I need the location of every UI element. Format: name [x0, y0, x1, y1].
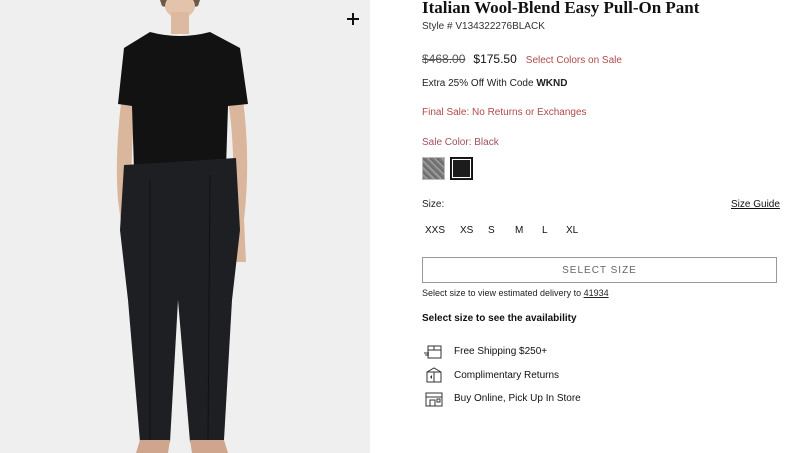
original-price: $468.00	[422, 52, 466, 66]
product-model-image	[116, 0, 248, 453]
select-size-button[interactable]: SELECT SIZE	[422, 257, 777, 283]
final-sale-notice: Final Sale: No Returns or Exchanges	[422, 107, 587, 118]
heather-grey-swatch[interactable]	[422, 157, 445, 180]
size-guide-link[interactable]: Size Guide	[731, 199, 780, 210]
size-option-s[interactable]: S	[488, 225, 515, 236]
feature-label: Buy Online, Pick Up In Store	[454, 393, 581, 405]
product-image-panel[interactable]	[0, 0, 370, 453]
store-pickup-icon	[425, 392, 443, 407]
color-swatches	[422, 157, 473, 180]
sale-note: Select Colors on Sale	[525, 55, 622, 66]
size-option-xs[interactable]: XS	[460, 225, 488, 236]
availability-text: Select size to see the availability	[422, 313, 577, 324]
selected-color: Black	[474, 137, 499, 148]
feature-item-returns: Complimentary Returns	[424, 364, 581, 388]
shipping-box-icon	[424, 345, 442, 359]
zoom-plus-icon[interactable]	[343, 9, 363, 29]
feature-label: Complimentary Returns	[454, 369, 560, 381]
delivery-estimate: Select size to view estimated delivery t…	[422, 288, 609, 298]
feature-item-shipping: Free Shipping $250+	[424, 340, 581, 364]
feature-item-pickup: Buy Online, Pick Up In Store	[424, 387, 581, 411]
style-number: Style # V134322276BLACK	[422, 21, 545, 32]
zip-code-link[interactable]: 41934	[584, 288, 609, 298]
black-swatch[interactable]	[450, 157, 473, 180]
promo-text: Extra 25% Off With Code WKND	[422, 78, 567, 89]
color-label: Sale Color: Black	[422, 137, 499, 148]
size-option-l[interactable]: L	[542, 225, 566, 236]
price-row: $468.00 $175.50 Select Colors on Sale	[422, 52, 622, 66]
size-option-m[interactable]: M	[515, 225, 542, 236]
feature-label: Free Shipping $250+	[454, 346, 548, 358]
delivery-prefix: Select size to view estimated delivery t…	[422, 288, 584, 298]
color-label-prefix: Sale Color:	[422, 137, 475, 148]
size-option-xxs[interactable]: XXS	[425, 225, 460, 236]
size-options: XXS XS S M L XL	[425, 225, 596, 236]
returns-box-icon	[426, 367, 442, 383]
promo-prefix: Extra 25% Off With Code	[422, 78, 537, 89]
product-title: Italian Wool-Blend Easy Pull-On Pant	[422, 0, 700, 17]
feature-list: Free Shipping $250+ Complimentary Return…	[424, 340, 581, 411]
size-label: Size:	[422, 199, 445, 210]
sale-price: $175.50	[473, 52, 517, 66]
size-option-xl[interactable]: XL	[566, 225, 596, 236]
promo-code: WKND	[536, 78, 568, 89]
